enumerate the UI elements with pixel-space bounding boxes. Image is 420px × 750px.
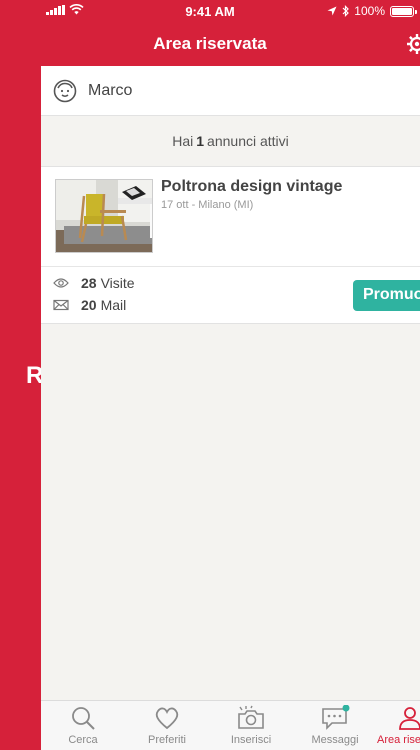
ad-title[interactable]: Poltrona design vintage	[161, 178, 342, 196]
ad-main[interactable]: Poltrona design vintage 17 ott - Milano …	[41, 167, 420, 267]
header: Area riservata	[0, 22, 420, 66]
battery-icon	[390, 5, 417, 17]
tab-messaggi[interactable]: Messaggi	[293, 705, 377, 746]
page-title: Area riservata	[153, 34, 267, 53]
search-icon	[72, 707, 95, 730]
visits-count: 28	[81, 275, 97, 291]
active-ads-summary: Hai 1 annunci attivi	[41, 116, 420, 167]
tab-cerca[interactable]: Cerca	[41, 705, 125, 746]
status-bar: 9:41 AM 100%	[0, 0, 420, 22]
ad-card[interactable]: Poltrona design vintage 17 ott - Milano …	[41, 167, 420, 324]
heart-icon	[155, 707, 179, 730]
user-icon	[399, 707, 420, 730]
main-panel: Marco Hai 1 annunci attivi Poltrona desi…	[41, 66, 420, 750]
mails-count: 20	[81, 297, 97, 313]
tab-label: Inserisci	[230, 734, 272, 746]
user-name: Marco	[88, 81, 133, 99]
chat-icon	[322, 705, 350, 730]
ad-thumbnail[interactable]	[55, 179, 153, 253]
location-arrow-icon	[327, 6, 337, 16]
tab-label: Area riservata	[377, 734, 420, 746]
camera-icon	[238, 705, 264, 729]
tab-inserisci[interactable]: Inserisci	[209, 705, 293, 746]
promote-button[interactable]: Promuovi	[353, 280, 420, 311]
summary-prefix: Hai	[172, 133, 194, 149]
tab-label: Preferiti	[148, 734, 186, 746]
ad-stats: 28 Visite 20 Mail Promuovi	[41, 267, 420, 323]
envelope-icon	[53, 299, 69, 311]
eye-icon	[53, 278, 69, 288]
visits-stat: 28 Visite	[53, 275, 135, 291]
mails-stat: 20 Mail	[53, 297, 126, 313]
mails-label: Mail	[100, 297, 127, 313]
gear-icon[interactable]	[406, 33, 420, 55]
visits-label: Visite	[100, 275, 135, 291]
bluetooth-icon	[342, 5, 350, 17]
avatar-icon	[53, 79, 77, 102]
notification-dot	[342, 705, 350, 712]
tab-label: Messaggi	[311, 734, 359, 746]
ad-meta: 17 ott - Milano (MI)	[161, 199, 254, 211]
tab-preferiti[interactable]: Preferiti	[125, 705, 209, 746]
summary-suffix: annunci attivi	[207, 133, 289, 149]
summary-count: 1	[196, 133, 205, 149]
tab-label: Cerca	[68, 734, 98, 746]
user-row[interactable]: Marco	[41, 66, 420, 116]
tab-bar: Cerca Preferiti Inserisci Messaggi Area …	[41, 700, 420, 750]
battery-percent: 100%	[354, 4, 385, 18]
status-right: 100%	[327, 4, 417, 18]
tab-area-riservata[interactable]: Area riservata	[377, 705, 420, 746]
